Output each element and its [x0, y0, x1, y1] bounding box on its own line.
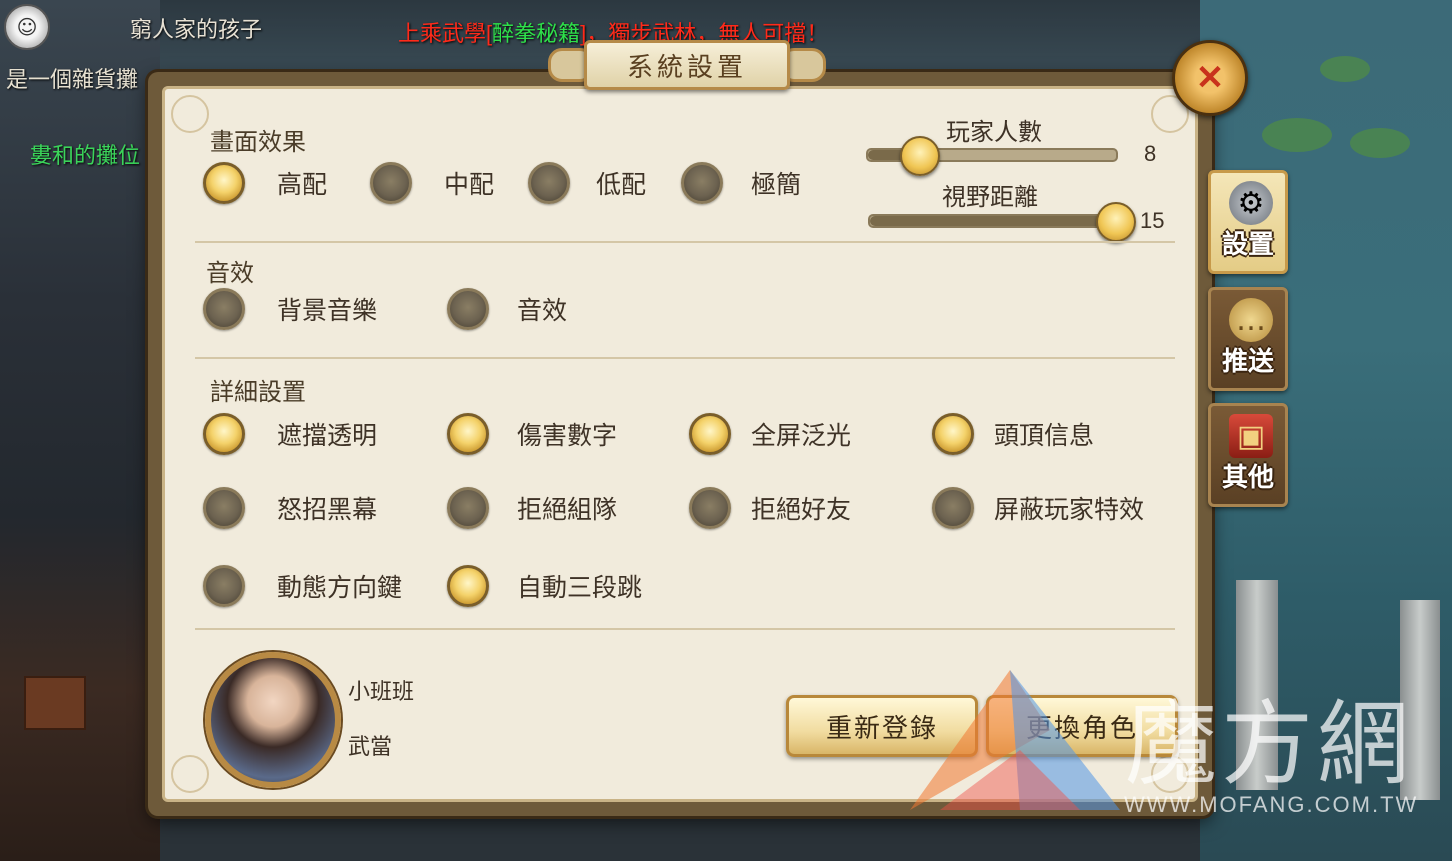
toggle-button[interactable] — [203, 288, 245, 330]
toggle-button[interactable] — [932, 413, 974, 455]
toggle-button[interactable] — [689, 413, 731, 455]
toggle-button[interactable] — [447, 413, 489, 455]
toggle-label: 屏蔽玩家特效 — [994, 496, 1145, 524]
toggle-label: 音效 — [517, 297, 568, 325]
toggle-button[interactable] — [932, 487, 974, 529]
toggle-button[interactable] — [203, 565, 245, 607]
checkbox-bgm[interactable]: 背景音樂 — [203, 288, 377, 330]
toggle-button[interactable] — [447, 288, 489, 330]
checkbox-damage-numbers[interactable]: 傷害數字 — [447, 413, 617, 455]
radio-graphics-medium[interactable]: 中配 — [370, 162, 494, 204]
checkbox-occlusion-transparency[interactable]: 遮擋透明 — [203, 413, 377, 455]
checkbox-refuse-friend[interactable]: 拒絕好友 — [689, 487, 851, 529]
player-count-value: 8 — [1144, 141, 1157, 166]
scene-left-background — [0, 0, 160, 861]
toggle-label: 怒招黑幕 — [277, 496, 378, 524]
close-button[interactable]: ✕ — [1172, 40, 1248, 116]
radio-label: 中配 — [444, 171, 495, 199]
toggle-button[interactable] — [689, 487, 731, 529]
dialog-title: 系統設置 — [584, 40, 790, 90]
slider-knob[interactable] — [900, 136, 940, 176]
slider-knob[interactable] — [1096, 202, 1136, 242]
watermark-logo-icon — [910, 670, 1120, 810]
section-divider — [195, 241, 1175, 243]
toggle-label: 傷害數字 — [517, 422, 618, 450]
view-distance-slider[interactable] — [868, 202, 1136, 242]
checkbox-bloom[interactable]: 全屏泛光 — [689, 413, 851, 455]
chat-bubble-icon: … — [1229, 298, 1273, 342]
radio-label: 低配 — [596, 171, 647, 199]
view-distance-label: 視野距離 — [942, 184, 1038, 211]
checkbox-overhead-info[interactable]: 頭頂信息 — [932, 413, 1094, 455]
toggle-label: 拒絕好友 — [751, 496, 852, 524]
checkbox-dynamic-dpad[interactable]: 動態方向鍵 — [203, 565, 402, 607]
section-divider — [195, 628, 1175, 630]
scene-bottom-background — [160, 815, 1200, 861]
checkbox-sfx[interactable]: 音效 — [447, 288, 567, 330]
character-name: 小班班 — [348, 679, 415, 704]
tab-push[interactable]: … 推送 — [1208, 287, 1288, 391]
radio-graphics-low[interactable]: 低配 — [528, 162, 646, 204]
npc-label: 是一個雜貨攤 — [6, 67, 139, 92]
checkbox-hide-player-effects[interactable]: 屏蔽玩家特效 — [932, 487, 1144, 529]
toggle-button[interactable] — [447, 565, 489, 607]
news-item: 醉拳秘籍 — [492, 21, 581, 46]
player-count-label: 玩家人數 — [946, 119, 1042, 146]
toggle-label: 拒絕組隊 — [517, 496, 618, 524]
corner-ornament — [171, 95, 209, 133]
gear-icon: ⚙ — [1229, 181, 1273, 225]
player-count-slider[interactable] — [866, 136, 1118, 176]
toggle-button[interactable] — [203, 413, 245, 455]
radio-button[interactable] — [681, 162, 723, 204]
checkbox-rage-blackout[interactable]: 怒招黑幕 — [203, 487, 377, 529]
player-name: 窮人家的孩子 — [130, 17, 263, 42]
slider-fill — [870, 216, 1114, 226]
detail-section-label: 詳細設置 — [210, 379, 306, 406]
player-avatar-icon[interactable]: ☺ — [4, 4, 50, 50]
lily-pad — [1320, 56, 1370, 82]
watermark-text: 魔方網 — [1125, 694, 1414, 796]
toggle-label: 自動三段跳 — [517, 574, 643, 602]
toggle-button[interactable] — [447, 487, 489, 529]
crate — [24, 676, 86, 730]
npc-label: 婁和的攤位 — [30, 143, 141, 168]
radio-graphics-high[interactable]: 高配 — [203, 162, 327, 204]
tab-label: 推送 — [1221, 346, 1274, 376]
sound-section-label: 音效 — [206, 260, 254, 287]
corner-ornament — [171, 755, 209, 793]
radio-button[interactable] — [203, 162, 245, 204]
watermark-url: WWW.MOFANG.COM.TW — [1124, 792, 1419, 817]
lily-pad — [1262, 118, 1332, 152]
radio-graphics-minimal[interactable]: 極簡 — [681, 162, 801, 204]
toggle-button[interactable] — [203, 487, 245, 529]
toggle-label: 動態方向鍵 — [277, 574, 403, 602]
toggle-label: 遮擋透明 — [277, 422, 378, 450]
radio-button[interactable] — [370, 162, 412, 204]
radio-label: 極簡 — [751, 171, 802, 199]
checkbox-refuse-party[interactable]: 拒絕組隊 — [447, 487, 617, 529]
tab-label: 設置 — [1221, 229, 1274, 259]
lily-pad — [1350, 128, 1410, 158]
character-school: 武當 — [348, 734, 393, 759]
tab-settings[interactable]: ⚙ 設置 — [1208, 170, 1288, 274]
close-x-icon: ✕ — [1195, 59, 1225, 97]
toggle-label: 頭頂信息 — [994, 422, 1095, 450]
tab-label: 其他 — [1221, 462, 1274, 492]
tab-other[interactable]: ▣ 其他 — [1208, 403, 1288, 507]
character-portrait — [205, 652, 341, 788]
radio-label: 高配 — [277, 171, 328, 199]
graphics-section-label: 畫面效果 — [210, 129, 306, 156]
news-prefix: 上乘武學[ — [398, 21, 493, 46]
toggle-label: 背景音樂 — [277, 297, 378, 325]
treasure-chest-icon: ▣ — [1229, 414, 1273, 458]
view-distance-value: 15 — [1140, 208, 1165, 233]
toggle-label: 全屏泛光 — [751, 422, 852, 450]
section-divider — [195, 357, 1175, 359]
radio-button[interactable] — [528, 162, 570, 204]
checkbox-auto-triple-jump[interactable]: 自動三段跳 — [447, 565, 642, 607]
